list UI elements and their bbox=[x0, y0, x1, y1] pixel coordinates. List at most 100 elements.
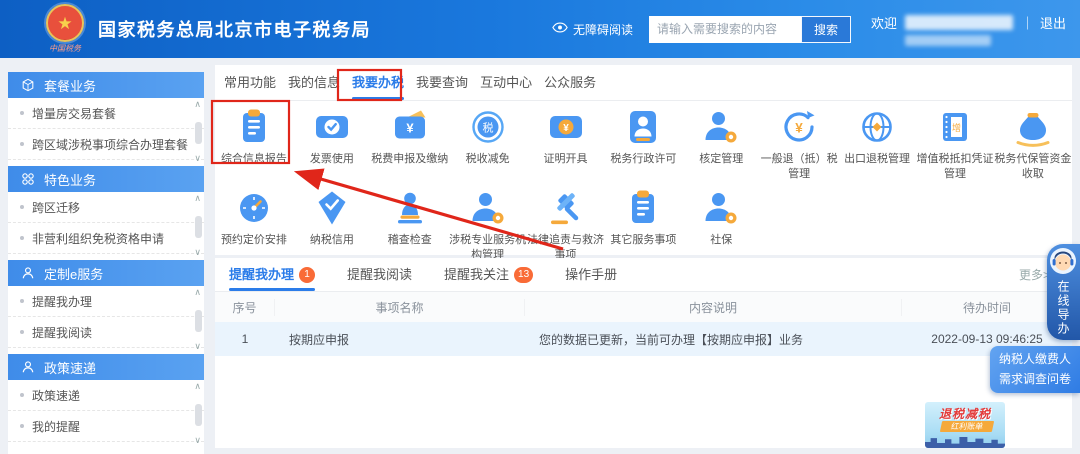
table-row[interactable]: 1按期应申报您的数据已更新，当前可办理【按期应申报】业务2022-09-13 0… bbox=[215, 322, 1072, 356]
service-item[interactable]: 其它服务事项 bbox=[604, 187, 682, 263]
service-item[interactable]: ¥税费申报及缴纳 bbox=[371, 106, 449, 182]
main-tab-3[interactable]: 我要查询 bbox=[416, 65, 468, 100]
more-link[interactable]: 更多> bbox=[1019, 258, 1050, 292]
reminder-tab-1[interactable]: 提醒我阅读 bbox=[347, 258, 412, 291]
service-item[interactable]: 税务代保管资金收取 bbox=[994, 106, 1072, 182]
sidebar-section-header-1[interactable]: 特色业务 bbox=[8, 166, 204, 192]
service-item[interactable]: 税税收减免 bbox=[449, 106, 527, 182]
sidebar-item[interactable]: 提醒我关注 bbox=[8, 348, 204, 354]
chevron-up-icon[interactable]: ∧ bbox=[194, 288, 201, 297]
refund-cycle-icon: ¥ bbox=[778, 106, 820, 148]
chevron-down-icon[interactable]: ∨ bbox=[194, 436, 201, 445]
chevron-down-icon[interactable]: ∨ bbox=[194, 342, 201, 351]
sidebar-item[interactable]: 我的待办 bbox=[8, 442, 204, 448]
sidebar-item[interactable]: 跨区迁移 bbox=[8, 160, 204, 166]
reminder-tab-label: 提醒我阅读 bbox=[347, 258, 412, 292]
voucher-book-icon: 增 bbox=[934, 106, 976, 148]
service-item[interactable]: 发票使用 bbox=[293, 106, 371, 182]
sidebar-section-list-0: 增量房交易套餐跨区域涉税事项综合办理套餐跨区迁移 ∧ ∨ bbox=[8, 98, 204, 166]
moneybag-hand-icon bbox=[1012, 106, 1054, 148]
service-label: 税务代保管资金收取 bbox=[994, 152, 1072, 182]
service-item[interactable]: 出口退税管理 bbox=[838, 106, 916, 182]
chevron-up-icon[interactable]: ∧ bbox=[194, 194, 201, 203]
service-item[interactable]: ¥ 一般退（抵）税管理 bbox=[760, 106, 838, 182]
service-item[interactable]: 涉税专业服务机构管理 bbox=[449, 187, 527, 263]
grid-icon bbox=[21, 172, 35, 186]
table-cell: 您的数据已更新，当前可办理【按期应申报】业务 bbox=[525, 331, 902, 348]
search-button[interactable]: 搜索 bbox=[801, 16, 851, 43]
service-item[interactable]: 税务行政许可 bbox=[604, 106, 682, 182]
chevron-up-icon[interactable]: ∧ bbox=[194, 382, 201, 391]
service-item[interactable]: 法律追责与救济事项 bbox=[527, 187, 605, 263]
scrollbar-thumb[interactable] bbox=[195, 404, 202, 426]
sidebar-item[interactable]: 政策速递 bbox=[8, 380, 204, 411]
chevron-down-icon[interactable]: ∨ bbox=[194, 248, 201, 257]
survey-button[interactable]: 纳税人缴费人 需求调查问卷 bbox=[990, 346, 1080, 393]
eye-icon bbox=[552, 22, 568, 36]
service-label: 增值税抵扣凭证管理 bbox=[916, 152, 994, 182]
sidebar-section-list-2: 提醒我办理提醒我阅读提醒我关注 ∧ ∨ bbox=[8, 286, 204, 354]
sidebar-item[interactable]: 风险提示 bbox=[8, 254, 204, 260]
chevron-up-icon[interactable]: ∧ bbox=[194, 100, 201, 109]
service-label: 税收减免 bbox=[466, 152, 510, 167]
user-area: 欢迎 ｜ 退出 bbox=[871, 13, 1066, 46]
service-item[interactable]: ¥证明开具 bbox=[527, 106, 605, 182]
person-badge-icon bbox=[622, 106, 664, 148]
accessibility-toggle[interactable]: 无障碍阅读 bbox=[552, 21, 633, 38]
service-label: 税费申报及缴纳 bbox=[371, 152, 448, 167]
main-tab-4[interactable]: 互动中心 bbox=[480, 65, 532, 100]
reminder-tab-label: 提醒我关注 bbox=[444, 258, 509, 292]
scrollbar-thumb[interactable] bbox=[195, 310, 202, 332]
main-tab-5[interactable]: 公众服务 bbox=[544, 65, 596, 100]
sidebar-item[interactable]: 提醒我办理 bbox=[8, 286, 204, 317]
sidebar-section-header-2[interactable]: 定制e服务 bbox=[8, 260, 204, 286]
sidebar-section-title: 定制e服务 bbox=[44, 264, 103, 283]
service-item[interactable]: 社保 bbox=[682, 187, 760, 263]
sidebar-item[interactable]: 提醒我阅读 bbox=[8, 317, 204, 348]
service-item[interactable]: 核定管理 bbox=[682, 106, 760, 182]
reminder-tab-2[interactable]: 提醒我关注13 bbox=[444, 258, 533, 291]
reminder-tab-0[interactable]: 提醒我办理1 bbox=[229, 258, 315, 291]
diamond-check-icon bbox=[311, 187, 353, 229]
person-gear-icon bbox=[700, 106, 742, 148]
main-tab-0[interactable]: 常用功能 bbox=[224, 65, 276, 100]
service-label: 纳税信用 bbox=[310, 233, 354, 248]
online-guide-widget[interactable]: 在线导办 bbox=[1047, 244, 1080, 340]
gavel-icon bbox=[545, 187, 587, 229]
service-label: 发票使用 bbox=[310, 152, 354, 167]
scrollbar-thumb[interactable] bbox=[195, 216, 202, 238]
service-label: 一般退（抵）税管理 bbox=[760, 152, 838, 182]
service-item[interactable]: 综合信息报告 bbox=[215, 106, 293, 182]
svg-text:¥: ¥ bbox=[563, 123, 569, 134]
gauge-icon bbox=[233, 187, 275, 229]
tax-seal-icon: 税 bbox=[467, 106, 509, 148]
main-tab-2[interactable]: 我要办税 bbox=[352, 65, 404, 100]
table-cell: 2022-09-13 09:46:25 bbox=[902, 332, 1072, 346]
sidebar-item[interactable]: 非营利组织免税资格申请 bbox=[8, 223, 204, 254]
header-search: 搜索 bbox=[649, 16, 851, 43]
services-card: 常用功能我的信息我要办税我要查询互动中心公众服务 综合信息报告发票使用¥税费申报… bbox=[215, 65, 1072, 255]
logout-link[interactable]: 退出 bbox=[1040, 13, 1066, 32]
sidebar-item[interactable]: 增量房交易套餐 bbox=[8, 98, 204, 129]
service-item[interactable]: 增增值税抵扣凭证管理 bbox=[916, 106, 994, 182]
sidebar-item[interactable]: 跨区域涉税事项综合办理套餐 bbox=[8, 129, 204, 160]
count-badge: 1 bbox=[299, 267, 315, 283]
promo-banner[interactable]: 退税减税 红利账单 bbox=[925, 402, 1005, 448]
service-label: 综合信息报告 bbox=[221, 152, 287, 167]
main-tab-1[interactable]: 我的信息 bbox=[288, 65, 340, 100]
column-header: 内容说明 bbox=[525, 299, 902, 316]
main-tabbar: 常用功能我的信息我要办税我要查询互动中心公众服务 bbox=[215, 65, 1072, 101]
sidebar-section-list-3: 政策速递我的提醒我的待办 ∧ ∨ bbox=[8, 380, 204, 448]
service-item[interactable]: 稽查检查 bbox=[371, 187, 449, 263]
scrollbar-thumb[interactable] bbox=[195, 122, 202, 144]
chevron-down-icon[interactable]: ∨ bbox=[194, 154, 201, 163]
sidebar-item[interactable]: 我的提醒 bbox=[8, 411, 204, 442]
table-cell: 1 bbox=[215, 332, 275, 346]
search-input[interactable] bbox=[649, 16, 801, 43]
sidebar-item[interactable]: 跨区迁移 bbox=[8, 192, 204, 223]
service-item[interactable]: 纳税信用 bbox=[293, 187, 371, 263]
service-item[interactable]: 预约定价安排 bbox=[215, 187, 293, 263]
sidebar-section-header-0[interactable]: 套餐业务 bbox=[8, 72, 204, 98]
sidebar-section-header-3[interactable]: 政策速递 bbox=[8, 354, 204, 380]
reminder-tab-3[interactable]: 操作手册 bbox=[565, 258, 617, 291]
